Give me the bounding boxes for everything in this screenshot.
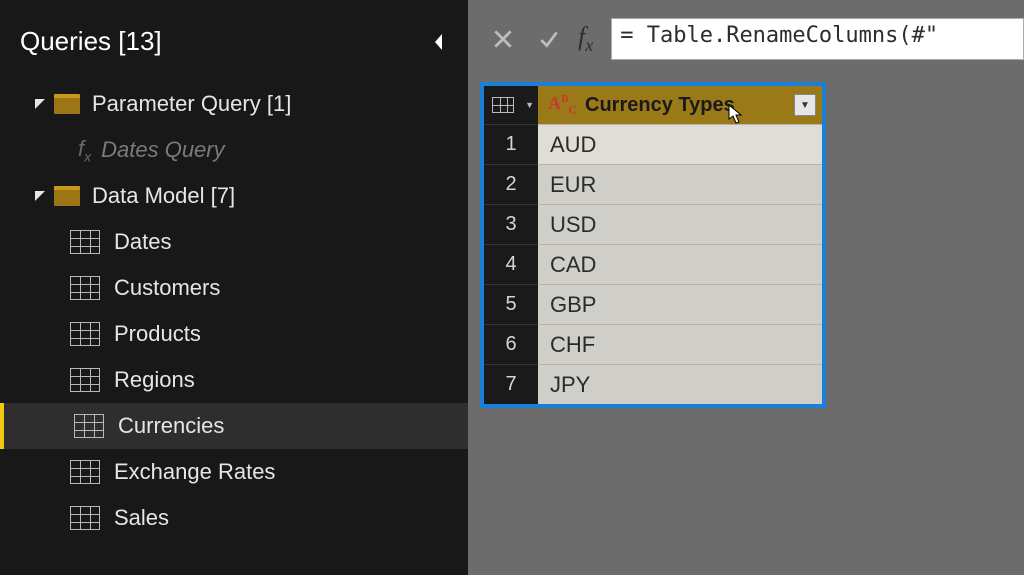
cell-value[interactable]: AUD [538, 124, 822, 164]
row-number: 4 [484, 244, 538, 284]
queries-title: Queries [13] [20, 26, 162, 57]
folder-icon [54, 186, 80, 206]
table-row[interactable]: 7 JPY [484, 364, 822, 404]
query-dates[interactable]: Dates [0, 219, 468, 265]
table-row[interactable]: 3 USD [484, 204, 822, 244]
table-row[interactable]: 5 GBP [484, 284, 822, 324]
query-label: Regions [114, 367, 195, 393]
row-number: 2 [484, 164, 538, 204]
table-icon [492, 97, 514, 113]
table-row[interactable]: 6 CHF [484, 324, 822, 364]
cell-value[interactable]: CHF [538, 324, 822, 364]
query-label: Customers [114, 275, 220, 301]
table-header-row: ▼ ABC Currency Types ▼ [484, 86, 822, 124]
query-label: Currencies [118, 413, 224, 439]
formula-input[interactable]: = Table.RenameColumns(#" [611, 18, 1024, 60]
query-regions[interactable]: Regions [0, 357, 468, 403]
cell-value[interactable]: EUR [538, 164, 822, 204]
queries-header: Queries [13] [0, 8, 468, 81]
row-number: 1 [484, 124, 538, 164]
column-name: Currency Types [585, 94, 794, 117]
fx-icon: fx [78, 136, 91, 164]
data-preview-table: ▼ ABC Currency Types ▼ 1 AUD 2 EUR 3 USD… [480, 82, 826, 408]
table-icon [70, 276, 100, 300]
cell-value[interactable]: USD [538, 204, 822, 244]
expand-icon[interactable] [34, 190, 46, 202]
cancel-formula-button[interactable] [480, 16, 526, 62]
query-dates-query[interactable]: fx Dates Query [0, 127, 468, 173]
folder-label: Parameter Query [1] [92, 91, 291, 117]
collapse-pane-icon[interactable] [432, 32, 446, 52]
cell-value[interactable]: GBP [538, 284, 822, 324]
query-products[interactable]: Products [0, 311, 468, 357]
table-select-all[interactable]: ▼ [484, 86, 538, 124]
query-label: Sales [114, 505, 169, 531]
table-icon [70, 506, 100, 530]
row-number: 6 [484, 324, 538, 364]
row-number: 5 [484, 284, 538, 324]
query-sales[interactable]: Sales [0, 495, 468, 541]
table-icon [70, 368, 100, 392]
folder-data-model[interactable]: Data Model [7] [0, 173, 468, 219]
chevron-down-icon: ▼ [525, 100, 534, 110]
fx-icon[interactable]: fx [572, 22, 603, 56]
table-icon [70, 230, 100, 254]
accept-formula-button[interactable] [526, 16, 572, 62]
cell-value[interactable]: CAD [538, 244, 822, 284]
query-label: Dates [114, 229, 171, 255]
formula-bar: fx = Table.RenameColumns(#" [468, 0, 1024, 78]
cell-value[interactable]: JPY [538, 364, 822, 404]
folder-icon [54, 94, 80, 114]
table-row[interactable]: 1 AUD [484, 124, 822, 164]
text-type-icon: ABC [548, 93, 577, 118]
query-label: Dates Query [101, 137, 225, 163]
expand-icon[interactable] [34, 98, 46, 110]
main-area: fx = Table.RenameColumns(#" ▼ ABC Curren… [468, 0, 1024, 575]
table-row[interactable]: 4 CAD [484, 244, 822, 284]
table-icon [70, 460, 100, 484]
query-label: Products [114, 321, 201, 347]
queries-pane: Queries [13] Parameter Query [1] fx Date… [0, 0, 468, 575]
row-number: 7 [484, 364, 538, 404]
table-row[interactable]: 2 EUR [484, 164, 822, 204]
query-customers[interactable]: Customers [0, 265, 468, 311]
column-header-currency-types[interactable]: ABC Currency Types ▼ [538, 86, 822, 124]
table-icon [74, 414, 104, 438]
column-dropdown-button[interactable]: ▼ [794, 94, 816, 116]
query-label: Exchange Rates [114, 459, 275, 485]
table-icon [70, 322, 100, 346]
query-tree: Parameter Query [1] fx Dates Query Data … [0, 81, 468, 541]
folder-label: Data Model [7] [92, 183, 235, 209]
row-number: 3 [484, 204, 538, 244]
query-currencies[interactable]: Currencies [0, 403, 468, 449]
query-exchange-rates[interactable]: Exchange Rates [0, 449, 468, 495]
folder-parameter-query[interactable]: Parameter Query [1] [0, 81, 468, 127]
